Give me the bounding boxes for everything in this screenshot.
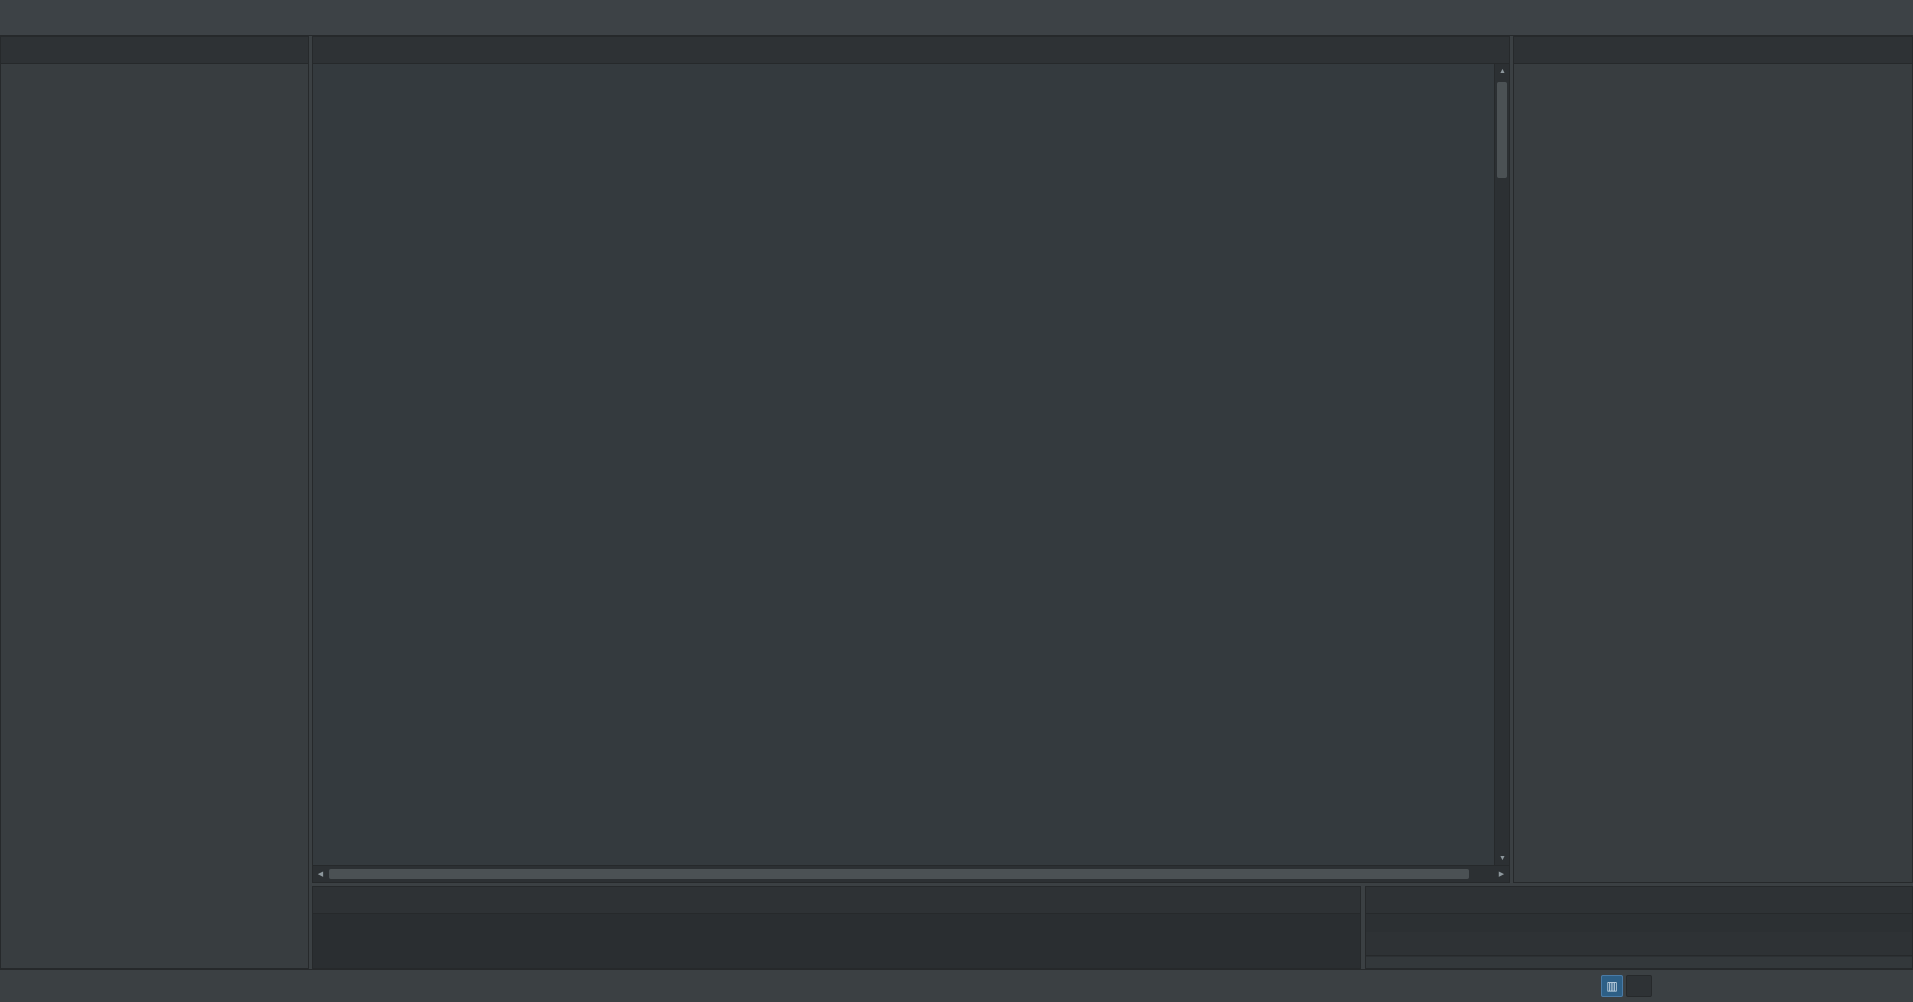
scroll-up-icon[interactable]: ▲ — [1495, 64, 1509, 78]
console-content — [313, 914, 1360, 968]
outline-header — [1514, 37, 1912, 64]
editor-vertical-scrollbar[interactable]: ▲ ▼ — [1494, 64, 1509, 865]
progress-area — [1626, 975, 1652, 997]
code-editor[interactable]: ▲ ▼ — [313, 64, 1509, 865]
memory-regions-table-header — [1366, 957, 1912, 968]
console-panel — [312, 886, 1361, 969]
outline-toolbar — [1898, 37, 1912, 63]
vertical-scrollbar-thumb[interactable] — [1497, 82, 1507, 178]
progress-monitor-icon[interactable]: ▥ — [1601, 975, 1623, 997]
memory-subtabs — [1366, 932, 1912, 956]
project-explorer-toolbar — [294, 37, 308, 63]
outline-list — [1514, 64, 1912, 882]
status-tray: ▥ — [1601, 975, 1652, 997]
project-explorer-panel — [0, 36, 309, 969]
stm32cubeide-window: ▲ ▼ ◀ ▶ ▥ — [0, 0, 1913, 1002]
main-toolbar — [0, 0, 1913, 36]
editor-area: ▲ ▼ ◀ ▶ — [312, 36, 1510, 883]
code-lines — [313, 64, 1494, 865]
build-analyzer-header — [1366, 887, 1912, 914]
status-bar: ▥ — [0, 969, 1913, 1002]
project-tree — [1, 64, 308, 968]
editor-horizontal-scrollbar[interactable]: ◀ ▶ — [313, 865, 1509, 882]
horizontal-scrollbar-thumb[interactable] — [329, 869, 1469, 879]
build-analyzer-toolbar — [1898, 887, 1912, 913]
console-header — [313, 887, 1360, 914]
outline-panel — [1513, 36, 1913, 883]
project-explorer-header — [1, 37, 308, 64]
scroll-left-icon[interactable]: ◀ — [313, 867, 328, 881]
editor-tabstrip — [313, 37, 1509, 64]
build-analyzer-content — [1366, 914, 1912, 968]
scroll-down-icon[interactable]: ▼ — [1495, 851, 1509, 865]
editor-tab-tools — [1495, 37, 1509, 63]
build-analyzer-panel — [1365, 886, 1913, 969]
console-toolbar — [1346, 887, 1360, 913]
scroll-right-icon[interactable]: ▶ — [1494, 867, 1509, 881]
